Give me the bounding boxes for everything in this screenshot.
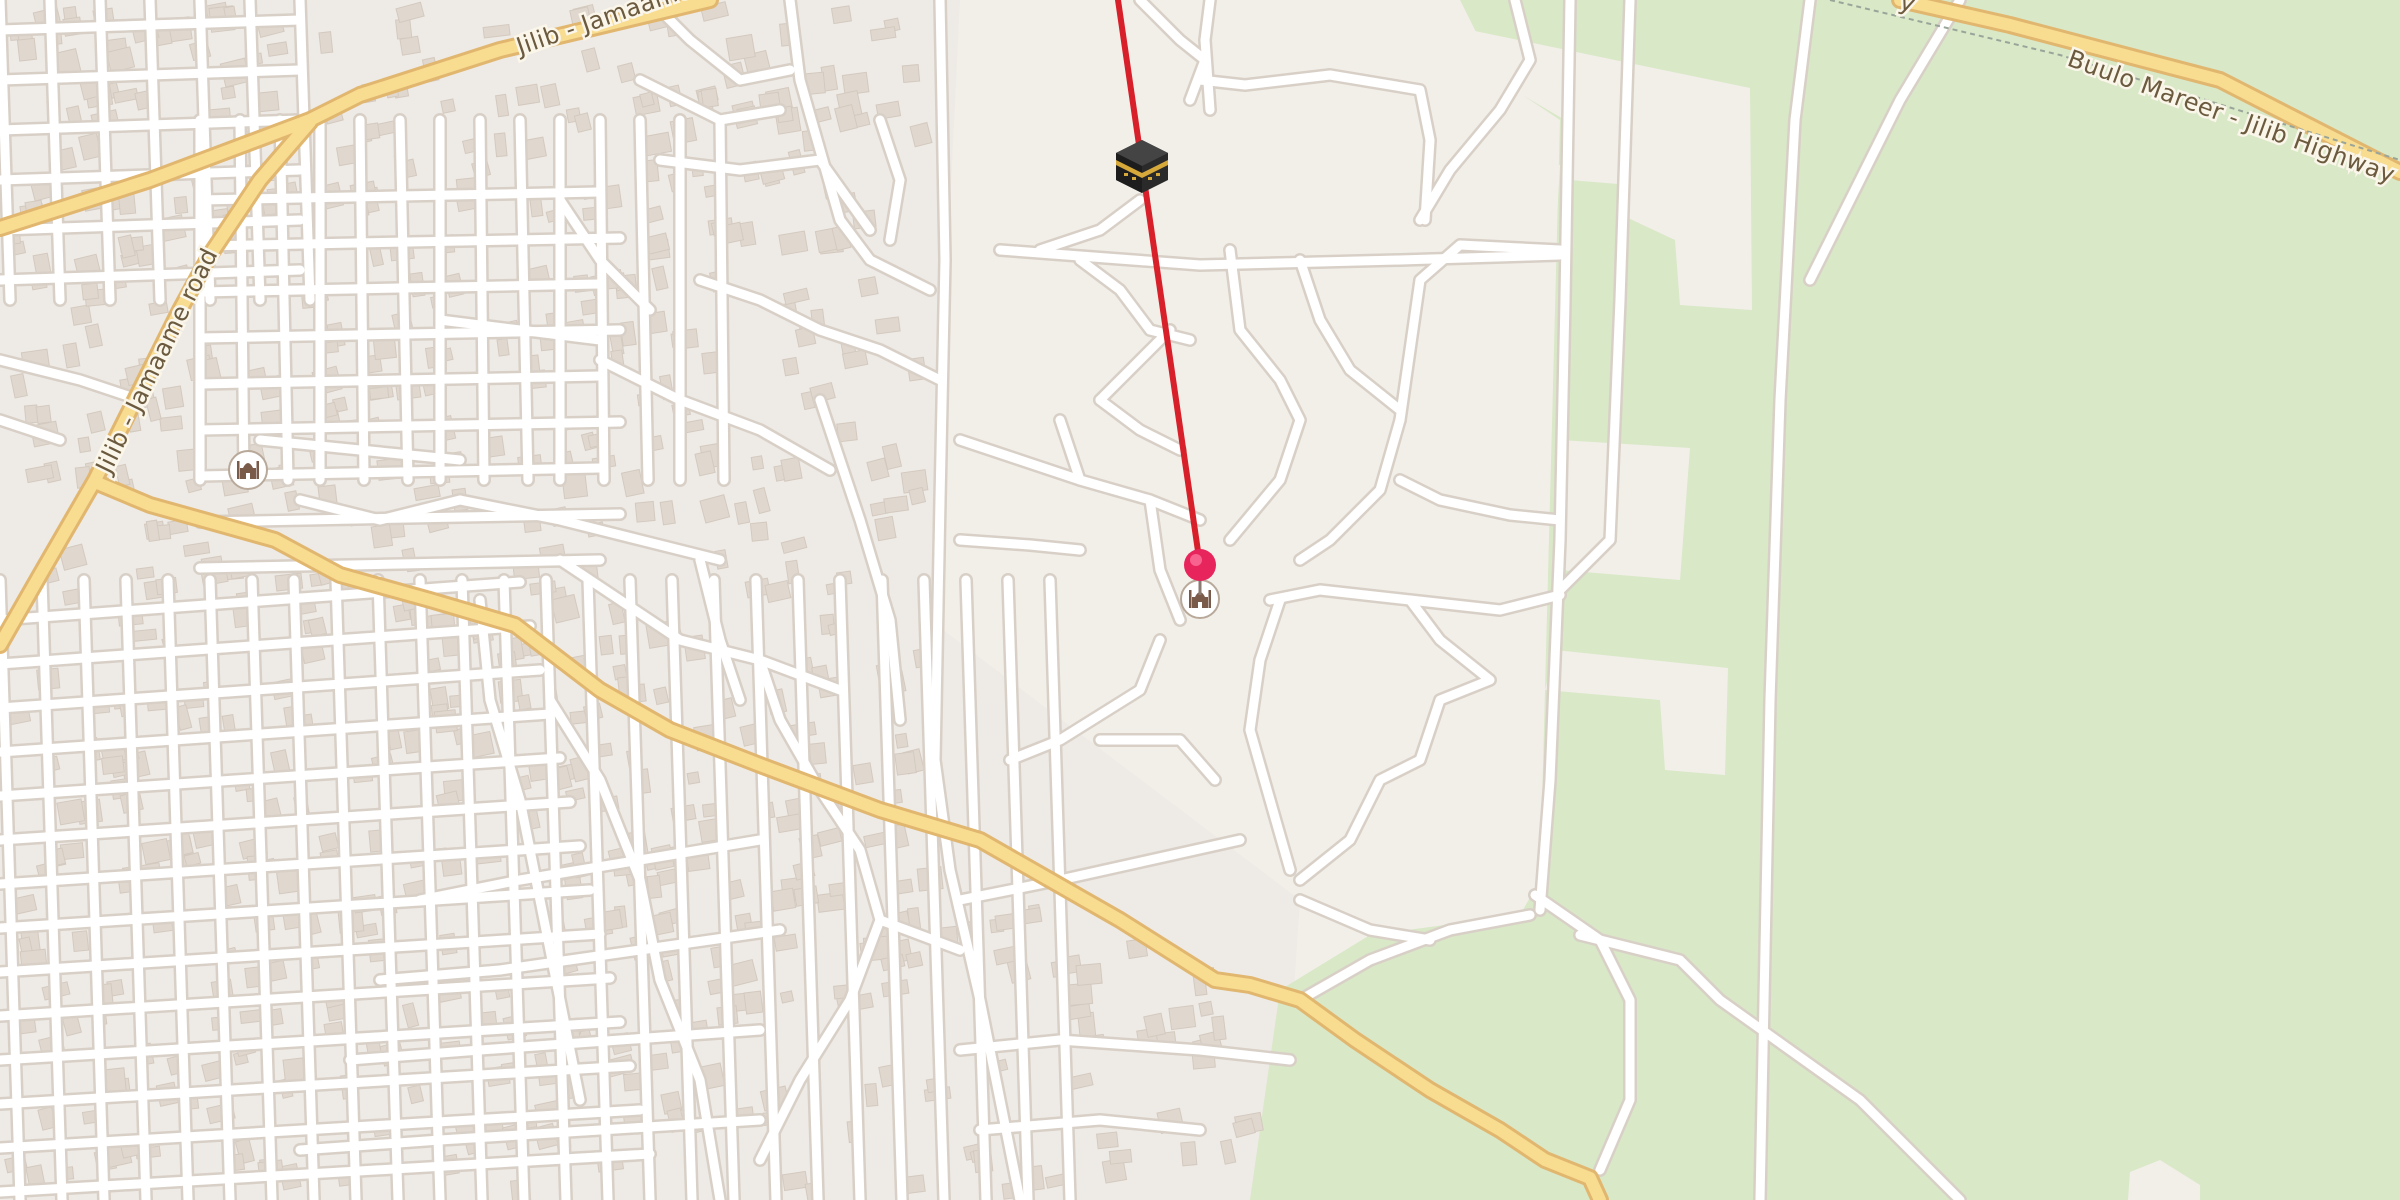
map-canvas[interactable]: Jilib - Jamaame Jilib - Jamaame road Buu… [0, 0, 2400, 1200]
mosque-marker-west[interactable] [228, 450, 268, 490]
pin-icon [1184, 549, 1216, 581]
